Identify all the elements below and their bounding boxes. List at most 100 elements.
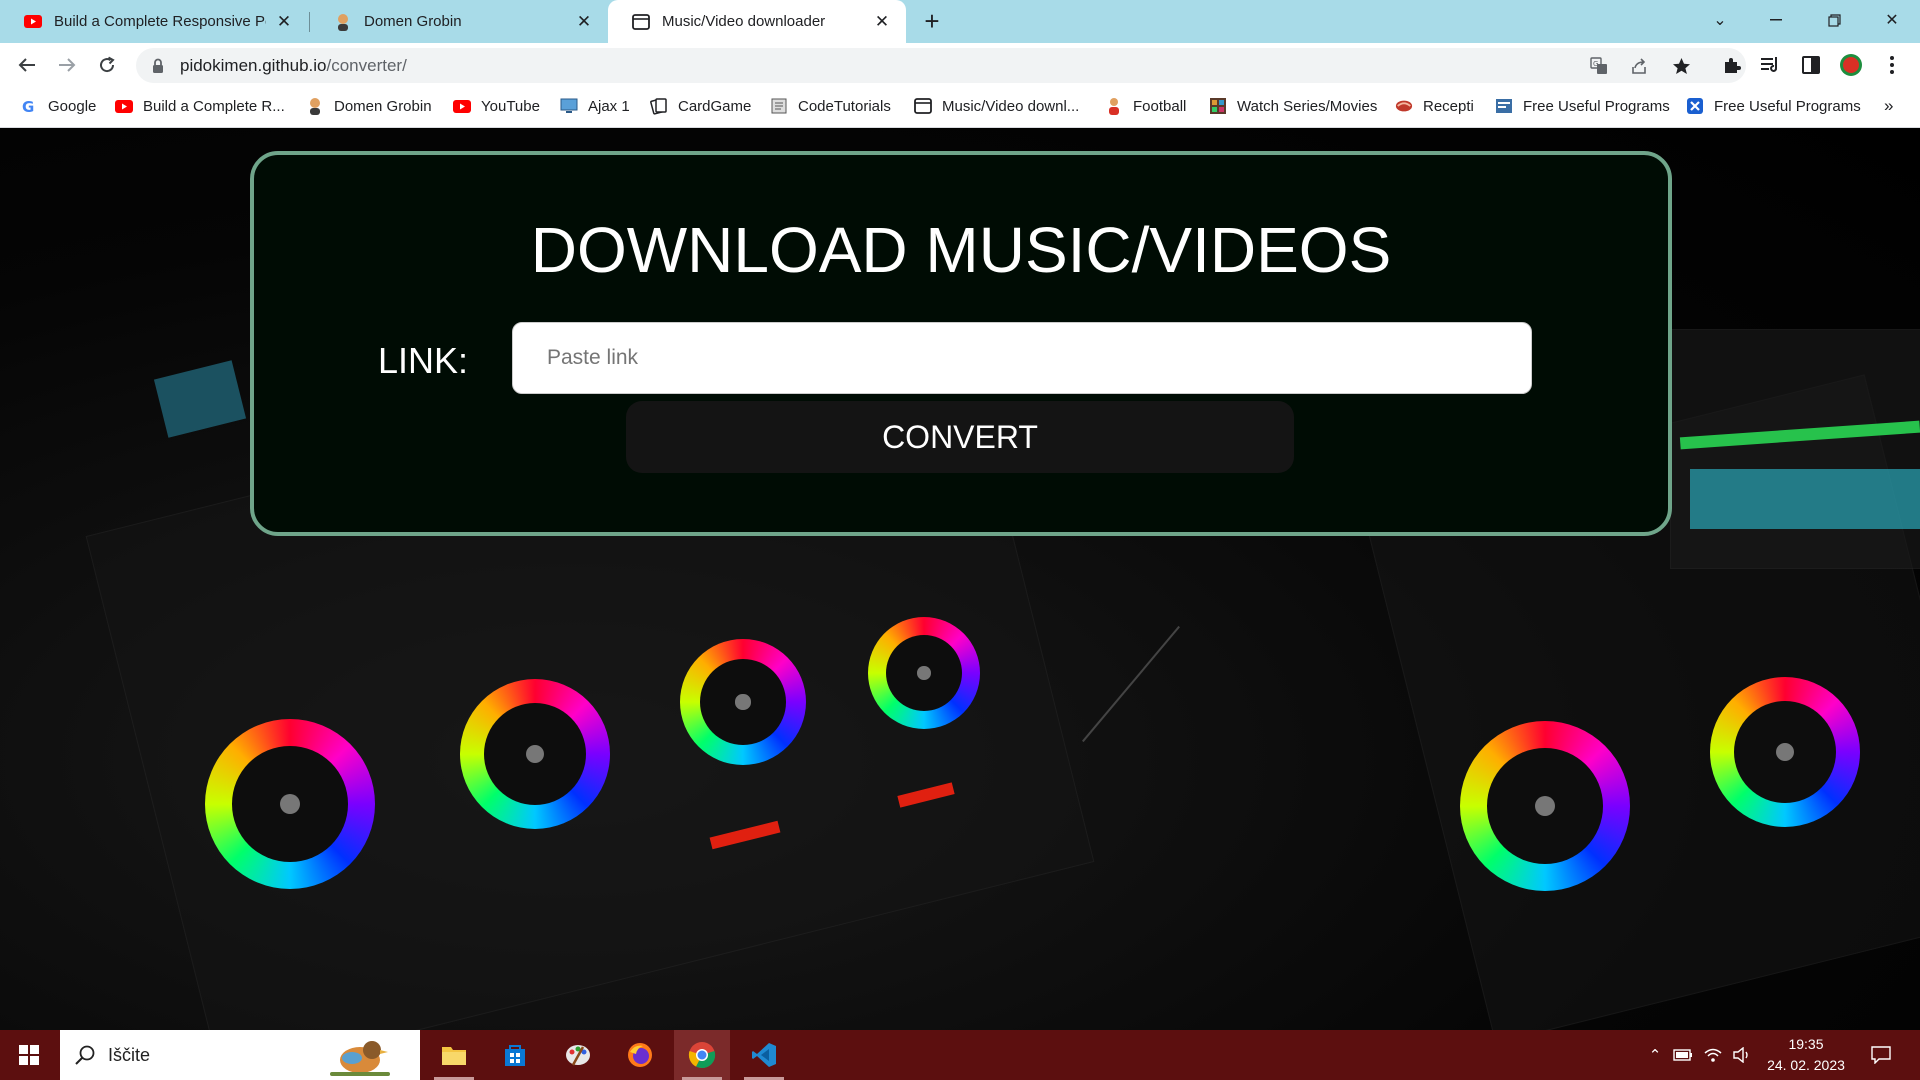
tab-music-video-downloader[interactable]: Music/Video downloader ✕ [608,0,906,43]
search-highlight-bird-icon [322,1034,396,1080]
link-input[interactable] [512,322,1532,394]
youtube-icon [24,13,42,31]
browser-toolbar: pidokimen.github.io/converter/ G [0,43,1920,88]
bookmark-cardgame[interactable]: CardGame [650,88,751,124]
bookmark-free-useful-programs-2[interactable]: Free Useful Programs [1686,88,1861,124]
store-icon[interactable] [487,1030,543,1080]
program-icon [1495,97,1513,115]
vscode-icon[interactable] [736,1030,792,1080]
x-program-icon [1686,97,1704,115]
link-label: LINK: [378,340,469,381]
back-arrow-icon[interactable] [11,49,43,81]
wifi-icon[interactable] [1702,1044,1724,1066]
page-title: DOWNLOAD MUSIC/VIDEOS [530,214,1392,286]
monitor-icon [560,97,578,115]
converter-card: DOWNLOAD MUSIC/VIDEOS LINK: CONVERT [250,151,1672,536]
youtube-icon [453,97,471,115]
restore-button[interactable] [1806,0,1862,40]
bookmark-build-complete[interactable]: Build a Complete R... [115,88,285,124]
bookmark-label: Watch Series/Movies [1237,97,1378,115]
taskbar: Iščite ⌃ 19:35 24. 02. 2023 [0,1030,1920,1080]
bookmark-music-video[interactable]: Music/Video downl... [914,88,1079,124]
clock-time: 19:35 [1788,1036,1824,1052]
youtube-icon [115,97,133,115]
bookmarks-overflow-button[interactable]: » [1884,88,1893,124]
tab-title: Domen Grobin [364,13,462,30]
avatar-icon [306,97,324,115]
url-path: /converter/ [326,55,407,75]
search-placeholder: Iščite [108,1044,151,1065]
book-icon [770,97,788,115]
file-explorer-icon[interactable] [426,1030,482,1080]
page-viewport: DOWNLOAD MUSIC/VIDEOS LINK: CONVERT [0,129,1920,1030]
url-host: pidokimen.github.io [180,55,327,75]
close-tab-icon[interactable]: ✕ [274,12,294,32]
close-tab-icon[interactable]: ✕ [872,12,892,32]
tray-chevron-up-icon[interactable]: ⌃ [1644,1044,1666,1066]
bookmark-label: Football [1133,97,1187,115]
bookmark-watch-series[interactable]: Watch Series/Movies [1209,88,1377,124]
lock-icon[interactable] [152,58,166,74]
bookmark-domen-grobin[interactable]: Domen Grobin [306,88,432,124]
bookmark-football[interactable]: Football [1105,88,1186,124]
bookmark-label: Free Useful Programs [1523,97,1670,115]
translate-icon[interactable]: G [1588,56,1610,76]
kebab-menu-icon[interactable] [1880,53,1904,77]
paint-icon[interactable] [550,1030,606,1080]
taskbar-search-box[interactable]: Iščite [60,1030,420,1080]
address-bar[interactable]: pidokimen.github.io/converter/ G [136,48,1746,83]
svg-text:G: G [22,98,34,114]
search-icon [74,1044,96,1066]
bookmark-google[interactable]: G Google [20,88,96,124]
bookmark-label: Ajax 1 [588,97,630,115]
reload-icon[interactable] [91,49,123,81]
extensions-puzzle-icon[interactable] [1720,53,1744,77]
firefox-icon[interactable] [612,1030,668,1080]
bookmark-star-icon[interactable] [1670,56,1692,76]
bookmark-label: CardGame [678,97,752,115]
bookmark-label: Free Useful Programs [1714,97,1861,115]
windows-start-icon[interactable] [0,1030,58,1080]
person-icon [1105,97,1123,115]
minimize-button[interactable] [1748,0,1804,40]
new-tab-button[interactable]: + [918,8,946,36]
share-icon[interactable] [1628,56,1650,76]
avatar-icon [334,13,352,31]
close-window-button[interactable]: ✕ [1864,0,1920,40]
tab-domen-grobin[interactable]: Domen Grobin ✕ [310,0,608,43]
battery-icon[interactable] [1672,1044,1694,1066]
clock-date: 24. 02. 2023 [1767,1057,1845,1073]
bookmark-free-useful-programs[interactable]: Free Useful Programs [1495,88,1670,124]
bookmark-codetutorials[interactable]: CodeTutorials [770,88,891,124]
bookmark-label: Build a Complete R... [143,97,285,115]
bookmarks-bar: G Google Build a Complete R... Domen Gro… [0,88,1920,128]
bookmark-label: Domen Grobin [334,97,432,115]
tab-title: Music/Video downloader [662,13,826,30]
page-icon [914,97,932,115]
bookmark-label: YouTube [481,97,540,115]
food-icon [1395,97,1413,115]
google-icon: G [20,97,38,115]
tab-strip: Build a Complete Responsive Per ✕ Domen … [0,0,1920,43]
notifications-icon[interactable] [1870,1044,1892,1066]
side-panel-icon[interactable] [1799,53,1823,77]
svg-text:G: G [1593,60,1598,68]
chrome-icon[interactable] [674,1030,730,1080]
bookmark-label: Google [48,97,97,115]
bookmark-ajax-1[interactable]: Ajax 1 [560,88,630,124]
tab-search-chevron-icon[interactable]: ⌄ [1692,0,1748,40]
bookmark-label: CodeTutorials [798,97,891,115]
page-icon [632,13,650,31]
forward-arrow-icon[interactable] [51,49,83,81]
system-clock[interactable]: 19:35 24. 02. 2023 [1756,1034,1856,1076]
bookmark-label: Music/Video downl... [942,97,1080,115]
tab-title: Build a Complete Responsive Per [54,13,266,30]
convert-button[interactable]: CONVERT [626,401,1294,473]
bookmark-youtube[interactable]: YouTube [453,88,540,124]
profile-avatar-icon[interactable] [1839,53,1863,77]
bookmark-recepti[interactable]: Recepti [1395,88,1474,124]
tab-build-portfolio[interactable]: Build a Complete Responsive Per ✕ [0,0,308,43]
close-tab-icon[interactable]: ✕ [574,12,594,32]
media-queue-icon[interactable] [1759,53,1783,77]
volume-icon[interactable] [1732,1044,1754,1066]
